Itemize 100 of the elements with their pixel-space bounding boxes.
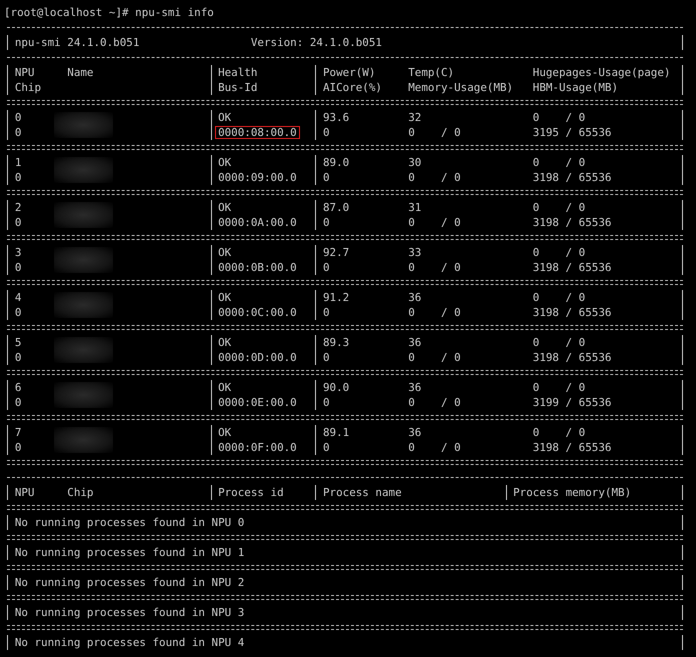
memory-value: 0 / 0 <box>408 305 461 320</box>
power-value: 87.0 <box>322 200 350 215</box>
redacted-block <box>54 427 114 453</box>
column-header: Bus-Id <box>218 80 258 95</box>
hbm-value: 3199 / 65536 <box>532 395 612 410</box>
chip-id: 0 <box>14 215 22 230</box>
process-status-text: No running processes found in NPU 3 <box>14 605 244 620</box>
column-header: HBM-Usage(MB) <box>532 80 618 95</box>
version-text: Version: 24.1.0.b051 <box>250 35 382 50</box>
chip-id: 0 <box>14 305 22 320</box>
bus-id: 0000:0A:00.0 <box>217 216 298 229</box>
process-status-text: No running processes found in NPU 0 <box>14 515 244 530</box>
bus-id: 0000:08:00.0 <box>214 126 300 139</box>
hugepages-value: 0 / 0 <box>532 425 586 440</box>
hbm-value: 3198 / 65536 <box>532 170 612 185</box>
aicore-value: 0 <box>322 215 330 230</box>
npu-id: 6 <box>14 380 22 395</box>
column-header: Process name <box>322 485 402 500</box>
redacted-block <box>54 337 114 363</box>
memory-value: 0 / 0 <box>408 215 461 230</box>
bus-id: 0000:0D:00.0 <box>217 351 298 364</box>
memory-value: 0 / 0 <box>408 170 461 185</box>
aicore-value: 0 <box>322 260 330 275</box>
health-status: OK <box>218 245 232 260</box>
temperature-value: 30 <box>408 155 422 170</box>
power-value: 89.3 <box>322 335 350 350</box>
health-status: OK <box>218 425 232 440</box>
column-header: Hugepages-Usage(page) <box>532 65 670 80</box>
temperature-value: 36 <box>408 380 422 395</box>
npu-id: 4 <box>14 290 22 305</box>
aicore-value: 0 <box>322 350 330 365</box>
column-header: AICore(%) <box>322 80 382 95</box>
bus-id: 0000:0B:00.0 <box>217 261 298 274</box>
memory-value: 0 / 0 <box>408 125 461 140</box>
hbm-value: 3198 / 65536 <box>532 260 612 275</box>
memory-value: 0 / 0 <box>408 350 461 365</box>
bus-id: 0000:0F:00.0 <box>217 441 298 454</box>
power-value: 92.7 <box>322 245 350 260</box>
hugepages-value: 0 / 0 <box>532 335 586 350</box>
chip-id: 0 <box>14 440 22 455</box>
power-value: 89.1 <box>322 425 350 440</box>
hugepages-value: 0 / 0 <box>532 290 586 305</box>
npu-id: 7 <box>14 425 22 440</box>
hbm-value: 3198 / 65536 <box>532 440 612 455</box>
column-header: Power(W) <box>322 65 376 80</box>
bus-id: 0000:0E:00.0 <box>217 396 298 409</box>
hbm-value: 3198 / 65536 <box>532 305 612 320</box>
temperature-value: 36 <box>408 425 422 440</box>
temperature-value: 36 <box>408 335 422 350</box>
npu-id: 3 <box>14 245 22 260</box>
chip-id: 0 <box>14 395 22 410</box>
hugepages-value: 0 / 0 <box>532 245 586 260</box>
health-status: OK <box>218 200 232 215</box>
aicore-value: 0 <box>322 440 330 455</box>
aicore-value: 0 <box>322 125 330 140</box>
health-status: OK <box>218 290 232 305</box>
bus-id: 0000:0C:00.0 <box>217 306 298 319</box>
temperature-value: 33 <box>408 245 422 260</box>
health-status: OK <box>218 380 232 395</box>
column-header: Health <box>218 65 258 80</box>
column-header: Chip <box>14 80 42 95</box>
aicore-value: 0 <box>322 170 330 185</box>
hugepages-value: 0 / 0 <box>532 200 586 215</box>
hugepages-value: 0 / 0 <box>532 155 586 170</box>
health-status: OK <box>218 335 232 350</box>
redacted-block <box>54 292 114 318</box>
temperature-value: 31 <box>408 200 422 215</box>
npu-id: 5 <box>14 335 22 350</box>
chip-id: 0 <box>14 350 22 365</box>
chip-id: 0 <box>14 260 22 275</box>
process-status-text: No running processes found in NPU 2 <box>14 575 244 590</box>
column-header: NPU <box>14 485 34 500</box>
npu-id: 2 <box>14 200 22 215</box>
column-header: Memory-Usage(MB) <box>408 80 514 95</box>
redacted-block <box>54 157 114 183</box>
process-status-text: No running processes found in NPU 4 <box>14 635 244 650</box>
column-header: Chip <box>67 485 94 500</box>
redacted-block <box>54 382 114 408</box>
temperature-value: 32 <box>408 110 422 125</box>
npu-id: 1 <box>14 155 22 170</box>
aicore-value: 0 <box>322 305 330 320</box>
power-value: 89.0 <box>322 155 350 170</box>
memory-value: 0 / 0 <box>408 260 461 275</box>
redacted-block <box>54 112 114 138</box>
tool-version-text: npu-smi 24.1.0.b051 <box>14 35 140 50</box>
command-prompt: [root@localhost ~]# npu-smi info <box>4 5 214 20</box>
hbm-value: 3195 / 65536 <box>532 125 612 140</box>
aicore-value: 0 <box>322 395 330 410</box>
power-value: 93.6 <box>322 110 350 125</box>
hugepages-value: 0 / 0 <box>532 380 586 395</box>
health-status: OK <box>218 110 232 125</box>
column-header: Process memory(MB) <box>513 485 632 500</box>
temperature-value: 36 <box>408 290 422 305</box>
chip-id: 0 <box>14 170 22 185</box>
hbm-value: 3198 / 65536 <box>532 350 612 365</box>
column-header: NPU <box>14 65 34 80</box>
hugepages-value: 0 / 0 <box>532 110 586 125</box>
hbm-value: 3198 / 65536 <box>532 215 612 230</box>
redacted-block <box>54 247 114 273</box>
memory-value: 0 / 0 <box>408 440 461 455</box>
